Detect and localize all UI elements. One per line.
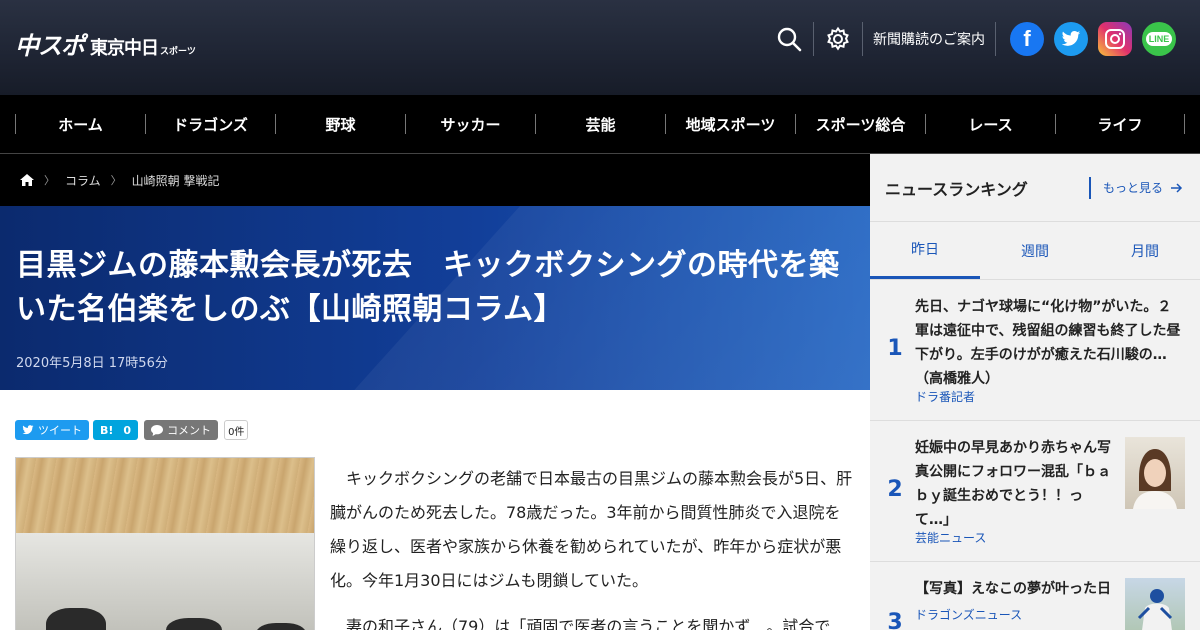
facebook-icon[interactable]: f bbox=[1010, 22, 1044, 56]
header-tools: 新聞購読のご案内 f LINE bbox=[765, 18, 1200, 60]
breadcrumb-item[interactable]: コラム bbox=[65, 172, 101, 189]
page-title: 目黒ジムの藤本勲会長が死去 キックボクシングの時代を築いた名伯楽をしのぶ【山崎照… bbox=[16, 248, 840, 327]
nav-item-home[interactable]: ホーム bbox=[15, 114, 145, 134]
more-label: もっと見る bbox=[1103, 181, 1164, 195]
breadcrumb: 〉 コラム 〉 山崎照朝 撃戦記 bbox=[0, 154, 870, 206]
divider bbox=[995, 22, 996, 56]
line-icon[interactable]: LINE bbox=[1142, 22, 1176, 56]
search-button[interactable] bbox=[765, 18, 813, 60]
ranking-tabs: 昨日 週間 月間 bbox=[870, 222, 1200, 280]
tweet-button[interactable]: ツイート bbox=[15, 420, 89, 440]
site-logo[interactable]: 中スポ 東京中日 スポーツ bbox=[15, 26, 196, 61]
ranking-number: 2 bbox=[887, 477, 903, 502]
portrait-image bbox=[1133, 449, 1177, 509]
tab-weekly[interactable]: 週間 bbox=[980, 222, 1090, 279]
nav-item-soccer[interactable]: サッカー bbox=[405, 114, 535, 134]
article-body: キックボクシングの老舗で日本最古の目黒ジムの藤本勲会長が5日、肝臓がんのため死去… bbox=[330, 462, 855, 630]
news-ranking-sidebar: ニュースランキング もっと見る 昨日 週間 月間 1 先日、ナゴヤ球場に“化け物… bbox=[870, 154, 1200, 630]
article-paragraph: 妻の和子さん（79）は「頑固で医者の言うことを聞かず…。試合で bbox=[346, 617, 831, 630]
twitter-icon[interactable] bbox=[1054, 22, 1088, 56]
ranking-headline: 【写真】えなこの夢が叶った日 bbox=[915, 581, 1111, 597]
ranking-category: ドラ番記者 bbox=[915, 390, 976, 404]
ranking-more-link[interactable]: もっと見る bbox=[1089, 176, 1183, 199]
photo-person bbox=[46, 608, 106, 630]
ranking-thumbnail[interactable] bbox=[1125, 578, 1185, 630]
global-nav: ホーム ドラゴンズ 野球 サッカー 芸能 地域スポーツ スポーツ総合 レース ラ… bbox=[0, 95, 1200, 154]
arrow-right-icon bbox=[1171, 182, 1183, 193]
chevron-right-icon: 〉 bbox=[44, 174, 55, 187]
chevron-right-icon: 〉 bbox=[110, 174, 122, 187]
ranking-number: 1 bbox=[887, 336, 903, 361]
search-icon bbox=[777, 27, 802, 52]
ranking-category: ドラゴンズニュース bbox=[915, 608, 1023, 622]
ranking-header: ニュースランキング もっと見る bbox=[870, 154, 1200, 222]
article-date: 2020年5月8日 17時56分 bbox=[16, 356, 168, 371]
speech-bubble-icon bbox=[151, 424, 164, 436]
hatena-bookmark-button[interactable]: B! 0 bbox=[93, 420, 139, 440]
subscribe-link[interactable]: 新聞購読のご案内 bbox=[863, 29, 995, 49]
nav-item-life[interactable]: ライフ bbox=[1055, 114, 1185, 134]
ranking-category: 芸能ニュース bbox=[915, 531, 987, 545]
site-header: 中スポ 東京中日 スポーツ 新聞購読のご案内 f LINE bbox=[0, 0, 1200, 95]
nav-item-race[interactable]: レース bbox=[925, 114, 1055, 134]
nav-item-local-sports[interactable]: 地域スポーツ bbox=[665, 114, 795, 134]
article-hero: 目黒ジムの藤本勲会長が死去 キックボクシングの時代を築いた名伯楽をしのぶ【山崎照… bbox=[0, 206, 870, 390]
ranking-item[interactable]: 3 【写真】えなこの夢が叶った日 ドラゴンズニュース bbox=[870, 562, 1200, 630]
instagram-icon[interactable] bbox=[1098, 22, 1132, 56]
nav-item-baseball[interactable]: 野球 bbox=[275, 114, 405, 134]
ranking-headline: 妊娠中の早見あかり赤ちゃん写真公開にフォロワー混乱「ｂａｂｙ誕生おめでとう！！っ… bbox=[915, 440, 1111, 528]
nav-item-dragons[interactable]: ドラゴンズ bbox=[145, 114, 275, 134]
article-paragraph: キックボクシングの老舗で日本最古の目黒ジムの藤本勲会長が5日、肝臓がんのため死去… bbox=[330, 469, 853, 590]
nav-item-sports-general[interactable]: スポーツ総合 bbox=[795, 114, 925, 134]
gear-icon bbox=[827, 26, 849, 51]
logo-sub: 東京中日 bbox=[90, 38, 159, 59]
home-icon[interactable] bbox=[20, 174, 34, 186]
social-links: f LINE bbox=[1010, 22, 1176, 56]
ranking-thumbnail[interactable] bbox=[1125, 437, 1185, 509]
hatena-label: B! bbox=[100, 423, 114, 437]
logo-main: 中スポ bbox=[15, 32, 85, 60]
ranking-title: ニュースランキング bbox=[885, 179, 1028, 199]
ranking-number: 3 bbox=[887, 610, 903, 630]
breadcrumb-item[interactable]: 山崎照朝 撃戦記 bbox=[132, 172, 220, 189]
photo-person bbox=[166, 618, 222, 630]
share-bar: ツイート B! 0 コメント 0件 bbox=[15, 420, 249, 440]
baseball-player-image bbox=[1137, 589, 1173, 630]
tab-yesterday[interactable]: 昨日 bbox=[870, 222, 980, 279]
photo-wood-texture bbox=[16, 458, 314, 533]
comment-button[interactable]: コメント bbox=[144, 420, 219, 440]
ranking-headline: 先日、ナゴヤ球場に“化け物”がいた。２軍は遠征中で、残留組の練習も終了した昼下が… bbox=[915, 299, 1181, 387]
comment-count: 0件 bbox=[224, 420, 249, 440]
logo-small: スポーツ bbox=[160, 47, 196, 57]
twitter-icon bbox=[22, 425, 34, 435]
settings-button[interactable] bbox=[814, 18, 862, 60]
nav-item-entertainment[interactable]: 芸能 bbox=[535, 114, 665, 134]
article-photo[interactable] bbox=[15, 457, 315, 630]
tab-monthly[interactable]: 月間 bbox=[1090, 222, 1200, 279]
comment-label: コメント bbox=[167, 424, 212, 437]
hatena-count: 0 bbox=[123, 423, 132, 437]
ranking-item[interactable]: 2 妊娠中の早見あかり赤ちゃん写真公開にフォロワー混乱「ｂａｂｙ誕生おめでとう！… bbox=[870, 421, 1200, 562]
ranking-item[interactable]: 1 先日、ナゴヤ球場に“化け物”がいた。２軍は遠征中で、残留組の練習も終了した昼… bbox=[870, 280, 1200, 421]
tweet-label: ツイート bbox=[38, 424, 82, 437]
